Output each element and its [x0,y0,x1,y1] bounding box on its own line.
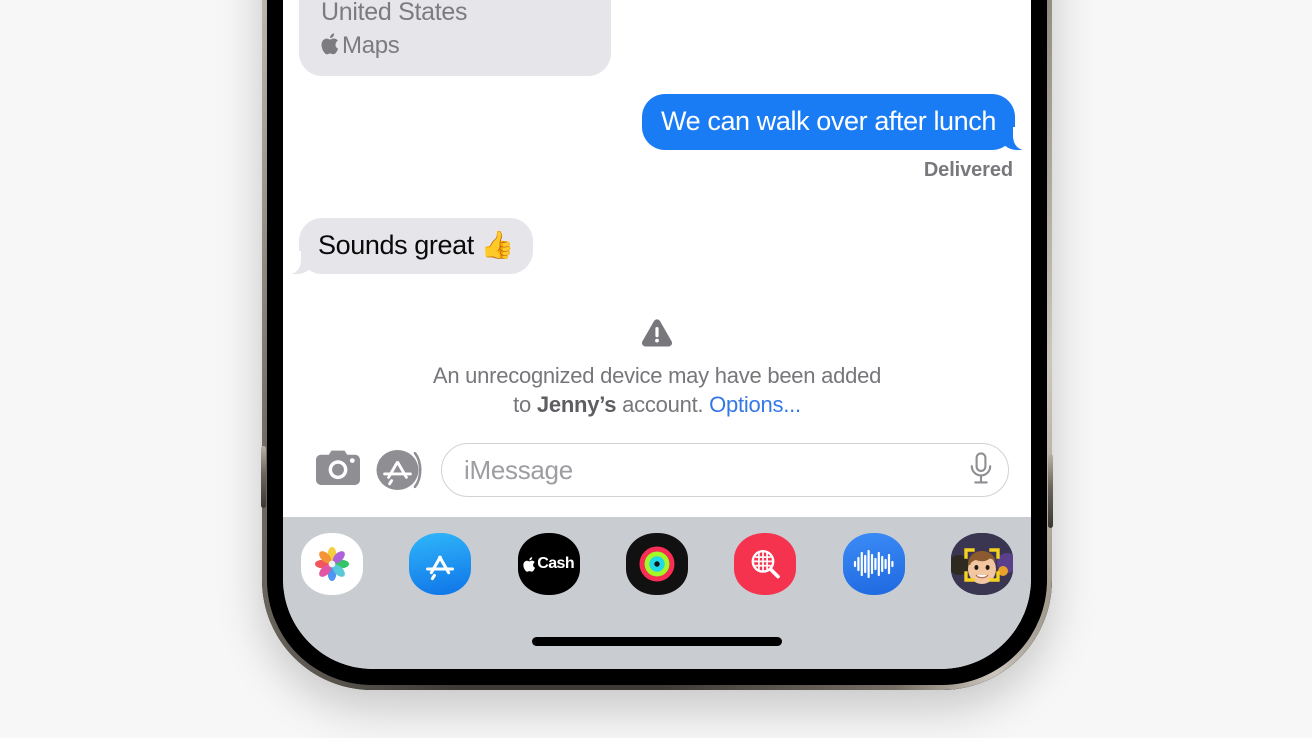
app-drawer-item-app-store[interactable] [409,533,472,595]
home-indicator[interactable] [532,637,782,646]
message-input-field[interactable]: iMessage [441,443,1009,497]
audio-waveform-icon [853,549,894,579]
message-placeholder: iMessage [464,454,573,485]
options-link[interactable]: Options... [709,392,801,417]
photos-icon [315,547,349,581]
apple-cash-label: Cash [537,555,575,572]
notice-line-2-prefix: to [513,391,537,417]
microphone-icon[interactable] [966,451,996,490]
app-drawer-item-audio[interactable] [842,533,905,595]
app-drawer-item-apple-cash[interactable]: Cash [517,533,580,595]
power-button[interactable] [1048,454,1053,528]
maps-source-row: Maps [321,32,589,60]
app-store-icon [376,450,422,490]
message-bubble-received[interactable]: Sounds great 👍 [287,218,534,274]
message-transcript[interactable]: San Francisco CA 94114 United States Map… [283,0,1031,435]
warning-triangle-icon [333,318,981,352]
received-message-row: Sounds great 👍 [287,218,1015,274]
activity-rings-icon [639,546,675,582]
app-store-icon [426,555,455,581]
volume-button[interactable] [261,446,266,508]
app-store-button[interactable] [375,448,427,492]
security-notice: An unrecognized device may have been add… [299,318,1015,435]
apple-logo-icon [523,556,536,572]
message-input-bar: iMessage [283,435,1031,517]
delivery-status-row: Delivered [299,159,1015,182]
maps-address-line-2: United States [321,0,468,27]
maps-source-label: Maps [342,32,400,60]
camera-button[interactable] [315,448,361,493]
security-notice-text: An unrecognized device may have been add… [333,361,981,419]
apple-logo-icon [321,32,341,60]
app-drawer-item-fitness[interactable] [625,533,688,595]
camera-icon [315,448,361,493]
app-drawer-item-images[interactable] [734,533,797,595]
maps-card-row: San Francisco CA 94114 United States Map… [299,0,1015,77]
sent-message-row: We can walk over after lunch [299,94,1026,150]
notice-line-2-suffix: account. [616,391,710,417]
app-drawer-item-memoji[interactable] [950,533,1013,595]
app-drawer-item-photos[interactable] [301,533,363,595]
memoji-icon [950,533,1013,595]
maps-link-card[interactable]: San Francisco CA 94114 United States Map… [299,0,612,77]
images-search-icon [751,549,781,579]
notice-account-name: Jenny’s [536,391,617,417]
phone-screen: San Francisco CA 94114 United States Map… [283,0,1031,669]
imessage-app-drawer[interactable]: Cash [283,517,1031,633]
notice-line-1: An unrecognized device may have been add… [432,362,882,388]
phone-device-frame: San Francisco CA 94114 United States Map… [261,0,1053,690]
delivered-status-label: Delivered [923,159,1013,181]
home-indicator-area [283,633,1031,669]
message-bubble-sent[interactable]: We can walk over after lunch [642,94,1026,150]
